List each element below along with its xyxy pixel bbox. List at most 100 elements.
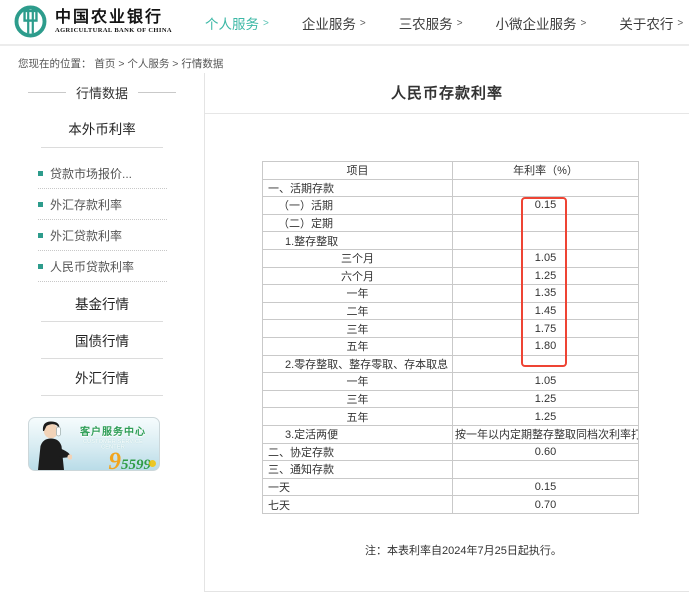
sidebar-link[interactable]: 国债行情 (41, 322, 163, 359)
rate-cell (453, 461, 639, 479)
table-row: 三年 1.75 (263, 320, 639, 338)
rate-cell: 0.15 (453, 478, 639, 496)
item-cell: 五年 (263, 408, 453, 426)
item-cell: 七天 (263, 496, 453, 514)
table-row: 二、协定存款 0.60 (263, 443, 639, 461)
nav-item-label: 关于农行 (619, 13, 673, 33)
item-cell: 二年 (263, 302, 453, 320)
item-cell: 一年 (263, 285, 453, 303)
table-row: 一年 1.05 (263, 373, 639, 391)
square-bullet-icon (38, 264, 43, 269)
service-banner-text: 客户服务中心 CUSTOMER SERVICE CENTER 95599 (69, 423, 157, 471)
chevron-right-icon: > (457, 18, 463, 29)
nav-item-label: 三农服务 (399, 13, 453, 33)
table-row: 六个月 1.25 (263, 267, 639, 285)
item-cell: 2.零存整取、整存零取、存本取息 (263, 355, 453, 373)
table-row: 一年 1.35 (263, 285, 639, 303)
sidebar-link[interactable]: 外汇行情 (41, 359, 163, 396)
sidebar-title-label: 行情数据 (76, 83, 128, 102)
item-cell: 一天 (263, 478, 453, 496)
logo-name-cn: 中国农业银行 (55, 9, 172, 27)
rate-cell: 1.05 (453, 373, 639, 391)
rate-cell (453, 179, 639, 197)
sidebar-rate-link[interactable]: 外汇存款利率 (38, 189, 167, 220)
nav-item-label: 小微企业服务 (496, 13, 577, 33)
rate-cell: 1.25 (453, 267, 639, 285)
item-cell: （一）活期 (263, 197, 453, 215)
nav-item[interactable]: 个人服务 > (205, 13, 269, 33)
decor-line-left (28, 92, 66, 93)
sidebar-rate-link-label: 贷款市场报价... (50, 165, 132, 182)
main-nav: 个人服务 > 企业服务 > 三农服务 > 小微企业服务 > 关于农行 > (205, 0, 683, 46)
sidebar-link-label: 国债行情 (75, 334, 129, 349)
nav-item[interactable]: 企业服务 > (302, 13, 366, 33)
sidebar-link[interactable]: 基金行情 (41, 285, 163, 322)
chevron-right-icon: > (677, 18, 683, 29)
table-row: （一）活期 0.15 (263, 197, 639, 215)
sidebar-link-label: 外汇行情 (75, 371, 129, 386)
rate-cell: 1.05 (453, 249, 639, 267)
item-cell: 三年 (263, 320, 453, 338)
badge-dot-icon (149, 460, 156, 467)
breadcrumb: 您现在的位置： 首页 > 个人服务 > 行情数据 (18, 56, 223, 71)
square-bullet-icon (38, 233, 43, 238)
table-row: 五年 1.25 (263, 408, 639, 426)
sidebar-rate-link[interactable]: 外汇贷款利率 (38, 220, 167, 251)
site-header: 中国农业银行 AGRICULTURAL BANK OF CHINA 个人服务 >… (0, 0, 689, 46)
table-row: 3.定活两便 按一年以内定期整存整取同档次利率打六折执行 (263, 425, 639, 443)
rate-cell: 1.25 (453, 390, 639, 408)
table-row: 一天 0.15 (263, 478, 639, 496)
rate-cell: 1.25 (453, 408, 639, 426)
breadcrumb-path[interactable]: 首页 > 个人服务 > 行情数据 (94, 58, 223, 70)
nav-item[interactable]: 小微企业服务 > (496, 13, 587, 33)
rate-cell: 1.80 (453, 337, 639, 355)
rate-cell: 0.60 (453, 443, 639, 461)
rates-table-body: 一、活期存款 （一）活期 0.15 （二）定期 1.整存整取 (263, 179, 639, 513)
sidebar-item-rates-header[interactable]: 本外币利率 (41, 118, 163, 148)
service-phone-number: 95599 (69, 451, 157, 471)
sidebar-rate-link[interactable]: 人民币贷款利率 (38, 251, 167, 282)
nav-item[interactable]: 三农服务 > (399, 13, 463, 33)
table-header-row: 项目 年利率（%） (263, 162, 639, 180)
col-header-item: 项目 (263, 162, 453, 180)
chevron-right-icon: > (360, 18, 366, 29)
nav-item-label: 个人服务 (205, 13, 259, 33)
item-cell: 3.定活两便 (263, 425, 453, 443)
sidebar-rate-link[interactable]: 贷款市场报价... (38, 158, 167, 189)
nav-item[interactable]: 关于农行 > (619, 13, 683, 33)
square-bullet-icon (38, 171, 43, 176)
sidebar-title: 行情数据 (0, 83, 204, 102)
table-row: 三个月 1.05 (263, 249, 639, 267)
breadcrumb-label: 您现在的位置： (18, 58, 92, 70)
square-bullet-icon (38, 202, 43, 207)
service-center-title-cn: 客户服务中心 (69, 423, 157, 438)
service-center-title-en: CUSTOMER SERVICE CENTER (73, 439, 154, 450)
rate-cell: 1.75 (453, 320, 639, 338)
table-row: 三年 1.25 (263, 390, 639, 408)
sidebar: 行情数据 本外币利率 贷款市场报价... 外汇存款利率 外汇贷款利率 人民币贷款… (0, 73, 204, 592)
effective-date-note: 注：本表利率自2024年7月25日起执行。 (365, 542, 689, 558)
table-row: 2.零存整取、整存零取、存本取息 (263, 355, 639, 373)
rate-cell: 1.45 (453, 302, 639, 320)
table-row: 一、活期存款 (263, 179, 639, 197)
service-agent-image (30, 418, 72, 470)
sidebar-rate-link-label: 外汇贷款利率 (50, 227, 122, 244)
rate-cell (453, 232, 639, 250)
bank-logo[interactable]: 中国农业银行 AGRICULTURAL BANK OF CHINA (14, 5, 172, 38)
table-row: 五年 1.80 (263, 337, 639, 355)
page-title: 人民币存款利率 (205, 73, 689, 114)
sidebar-rate-link-label: 外汇存款利率 (50, 196, 122, 213)
logo-text: 中国农业银行 AGRICULTURAL BANK OF CHINA (55, 9, 172, 34)
logo-name-en: AGRICULTURAL BANK OF CHINA (55, 27, 172, 34)
rate-cell: 0.70 (453, 496, 639, 514)
table-row: （二）定期 (263, 214, 639, 232)
col-header-rate: 年利率（%） (453, 162, 639, 180)
abc-logo-icon (14, 5, 47, 38)
item-cell: 六个月 (263, 267, 453, 285)
item-cell: 三年 (263, 390, 453, 408)
table-row: 二年 1.45 (263, 302, 639, 320)
item-cell: 一年 (263, 373, 453, 391)
table-row: 三、通知存款 (263, 461, 639, 479)
customer-service-banner[interactable]: 客户服务中心 CUSTOMER SERVICE CENTER 95599 (28, 417, 160, 471)
rates-table-wrap: 项目 年利率（%） 一、活期存款 （一）活期 0.15 (262, 161, 640, 514)
